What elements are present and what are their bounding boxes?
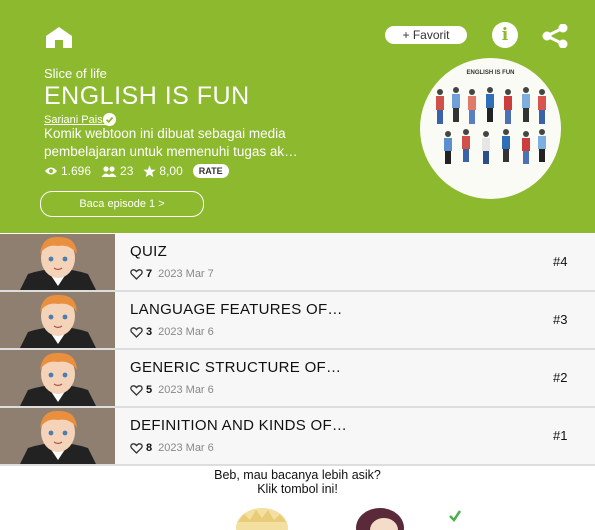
- series-header: + Favorit i Slice of life ENGLISH IS FUN…: [0, 0, 595, 233]
- star-icon: [143, 165, 156, 177]
- episode-row[interactable]: GENERIC STRUCTURE OF… 5 2023 Mar 6 #2: [0, 350, 595, 408]
- episode-thumbnail: [0, 292, 115, 348]
- read-episode-1-button[interactable]: Baca episode 1 >: [40, 191, 204, 217]
- home-icon[interactable]: [44, 26, 74, 48]
- series-stats: 1.696 23 8,00 RATE: [44, 164, 229, 178]
- favorite-button[interactable]: + Favorit: [385, 26, 467, 44]
- episode-likes: 3: [146, 326, 153, 338]
- episode-date: 2023 Mar 6: [158, 326, 214, 338]
- rate-button[interactable]: RATE: [192, 164, 229, 178]
- subscribers-icon: [101, 165, 117, 177]
- episode-title: DEFINITION AND KINDS OF…: [130, 417, 348, 434]
- episode-title: LANGUAGE FEATURES OF…: [130, 301, 343, 318]
- subscribers-count: 23: [120, 164, 134, 178]
- promo-text: Beb, mau bacanya lebih asik? Klik tombol…: [214, 468, 381, 496]
- episode-meta: 3 2023 Mar 6: [130, 326, 214, 338]
- eye-icon: [45, 167, 57, 175]
- share-icon[interactable]: [540, 24, 570, 48]
- heart-icon: [130, 442, 143, 454]
- genre-label: Slice of life: [44, 66, 107, 81]
- heart-icon: [130, 326, 143, 338]
- heart-icon: [130, 384, 143, 396]
- episode-number: #4: [553, 254, 568, 269]
- series-cover-image: ENGLISH IS FUN: [420, 58, 561, 199]
- episode-row[interactable]: QUIZ 7 2023 Mar 7 #4: [0, 234, 595, 292]
- episode-thumbnail: [0, 234, 115, 290]
- rating-value: 8,00: [159, 164, 183, 178]
- episode-number: #3: [553, 312, 568, 327]
- episode-date: 2023 Mar 6: [158, 384, 214, 396]
- episode-likes: 5: [146, 384, 153, 396]
- episode-number: #2: [553, 370, 568, 385]
- episode-meta: 8 2023 Mar 6: [130, 442, 214, 454]
- episode-likes: 8: [146, 442, 153, 454]
- heart-icon: [130, 268, 143, 280]
- series-title: ENGLISH IS FUN: [44, 82, 250, 110]
- episode-row[interactable]: DEFINITION AND KINDS OF… 8 2023 Mar 6 #1: [0, 408, 595, 466]
- episode-meta: 7 2023 Mar 7: [130, 268, 214, 280]
- episode-meta: 5 2023 Mar 6: [130, 384, 214, 396]
- info-icon[interactable]: i: [492, 22, 518, 48]
- promo-characters-image[interactable]: [0, 498, 595, 530]
- cover-illustration: [436, 87, 546, 164]
- episode-row[interactable]: LANGUAGE FEATURES OF… 3 2023 Mar 6 #3: [0, 292, 595, 350]
- views-count: 1.696: [61, 164, 92, 178]
- episode-number: #1: [553, 428, 568, 443]
- episode-date: 2023 Mar 6: [158, 442, 214, 454]
- episode-date: 2023 Mar 7: [158, 268, 214, 280]
- series-description: Komik webtoon ini dibuat sebagai media p…: [44, 126, 298, 159]
- episode-title: QUIZ: [130, 243, 168, 260]
- episode-thumbnail: [0, 350, 115, 406]
- episode-title: GENERIC STRUCTURE OF…: [130, 359, 342, 376]
- episode-likes: 7: [146, 268, 153, 280]
- episode-thumbnail: [0, 408, 115, 464]
